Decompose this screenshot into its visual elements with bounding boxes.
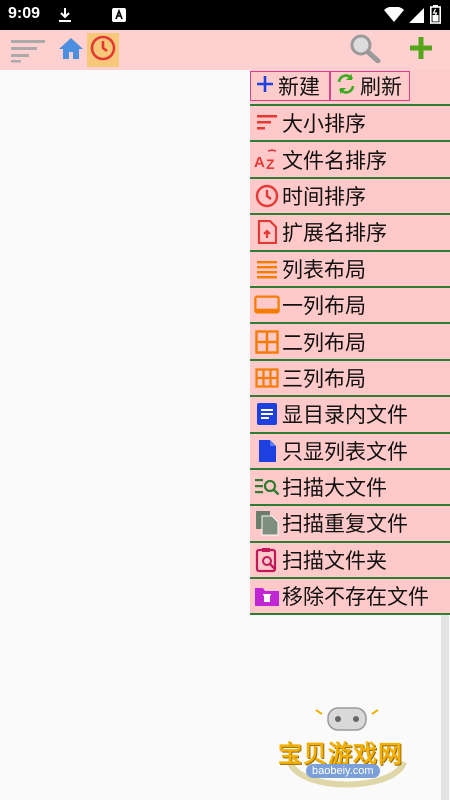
menu-item-three-column[interactable]: 三列布局 bbox=[250, 360, 450, 398]
add-icon bbox=[409, 36, 433, 64]
menu-item-label: 三列布局 bbox=[282, 366, 366, 391]
tablet-icon bbox=[254, 292, 280, 318]
download-icon bbox=[58, 7, 72, 27]
file-upload-icon bbox=[254, 219, 280, 245]
status-time: 9:09 bbox=[8, 5, 41, 22]
clipboard-search-icon bbox=[254, 547, 280, 573]
menu-item-ext-sort[interactable]: 扩展名排序 bbox=[250, 215, 450, 252]
sort-az-icon: AZ bbox=[254, 147, 280, 173]
watermark-url: baobeiy.com bbox=[306, 764, 380, 778]
status-bar: 9:09 bbox=[0, 0, 450, 30]
copy-file-icon bbox=[254, 510, 280, 536]
toolbar bbox=[0, 30, 450, 70]
a-icon bbox=[112, 7, 126, 27]
menu-item-label: 二列布局 bbox=[282, 330, 366, 355]
menu-item-label: 只显列表文件 bbox=[282, 439, 408, 464]
add-button[interactable] bbox=[406, 35, 436, 65]
search-icon bbox=[349, 33, 381, 67]
document-icon bbox=[254, 401, 280, 427]
file-icon bbox=[254, 438, 280, 464]
menu-item-label: 时间排序 bbox=[282, 184, 366, 209]
menu-top-row: 新建 刷新 bbox=[250, 70, 450, 106]
menu-item-name-sort[interactable]: AZ 文件名排序 bbox=[250, 142, 450, 179]
battery-icon bbox=[430, 5, 441, 28]
folder-delete-icon bbox=[254, 583, 280, 609]
menu-item-label: 扫描重复文件 bbox=[282, 512, 408, 537]
menu-item-label: 文件名排序 bbox=[282, 148, 387, 173]
svg-text:Z: Z bbox=[266, 156, 275, 171]
menu-item-scan-duplicates[interactable]: 扫描重复文件 bbox=[250, 506, 450, 543]
clock-icon bbox=[254, 183, 280, 209]
menu-item-two-column[interactable]: 二列布局 bbox=[250, 324, 450, 361]
sort-lines-icon[interactable] bbox=[8, 36, 48, 64]
menu-item-scan-large[interactable]: 扫描大文件 bbox=[250, 469, 450, 507]
menu-item-time-sort[interactable]: 时间排序 bbox=[250, 178, 450, 216]
dropdown-menu: 新建 刷新 大小排序 AZ 文件名排序 时间排序 扩展名排序 列表布局 一列布局… bbox=[250, 70, 450, 616]
refresh-icon bbox=[335, 73, 360, 100]
menu-item-list-only[interactable]: 只显列表文件 bbox=[250, 433, 450, 470]
plus-icon bbox=[255, 74, 278, 99]
new-label: 新建 bbox=[278, 75, 320, 99]
menu-item-label: 移除不存在文件 bbox=[282, 585, 429, 610]
menu-item-label: 扫描大文件 bbox=[282, 476, 387, 501]
search-button[interactable] bbox=[348, 34, 382, 66]
menu-item-show-dir-files[interactable]: 显目录内文件 bbox=[250, 397, 450, 434]
menu-item-label: 列表布局 bbox=[282, 257, 366, 282]
signal-icon bbox=[408, 7, 424, 27]
svg-text:A: A bbox=[254, 154, 265, 171]
menu-item-label: 扫描文件夹 bbox=[282, 548, 387, 573]
home-icon bbox=[58, 36, 84, 64]
menu-item-scan-folder[interactable]: 扫描文件夹 bbox=[250, 542, 450, 580]
refresh-label: 刷新 bbox=[360, 75, 402, 99]
new-button[interactable]: 新建 bbox=[250, 71, 330, 101]
menu-item-label: 一列布局 bbox=[282, 294, 366, 319]
refresh-button[interactable]: 刷新 bbox=[330, 71, 410, 101]
menu-item-size-sort[interactable]: 大小排序 bbox=[250, 106, 450, 143]
menu-item-list-layout[interactable]: 列表布局 bbox=[250, 251, 450, 288]
list-search-icon bbox=[254, 474, 280, 500]
wifi-icon bbox=[384, 6, 404, 27]
clock-button[interactable] bbox=[87, 33, 119, 67]
list-icon bbox=[254, 256, 280, 282]
clock-icon bbox=[90, 35, 116, 65]
home-button[interactable] bbox=[56, 34, 86, 66]
menu-item-label: 显目录内文件 bbox=[282, 403, 408, 428]
grid-2-icon bbox=[254, 329, 280, 355]
watermark-logo: 宝贝游戏网 baobeiy.com bbox=[272, 700, 422, 795]
sort-size-icon bbox=[254, 110, 280, 136]
menu-item-label: 大小排序 bbox=[282, 112, 366, 137]
grid-3-icon bbox=[254, 365, 280, 391]
menu-item-one-column[interactable]: 一列布局 bbox=[250, 287, 450, 325]
menu-item-label: 扩展名排序 bbox=[282, 221, 387, 246]
menu-item-remove-missing[interactable]: 移除不存在文件 bbox=[250, 579, 450, 616]
